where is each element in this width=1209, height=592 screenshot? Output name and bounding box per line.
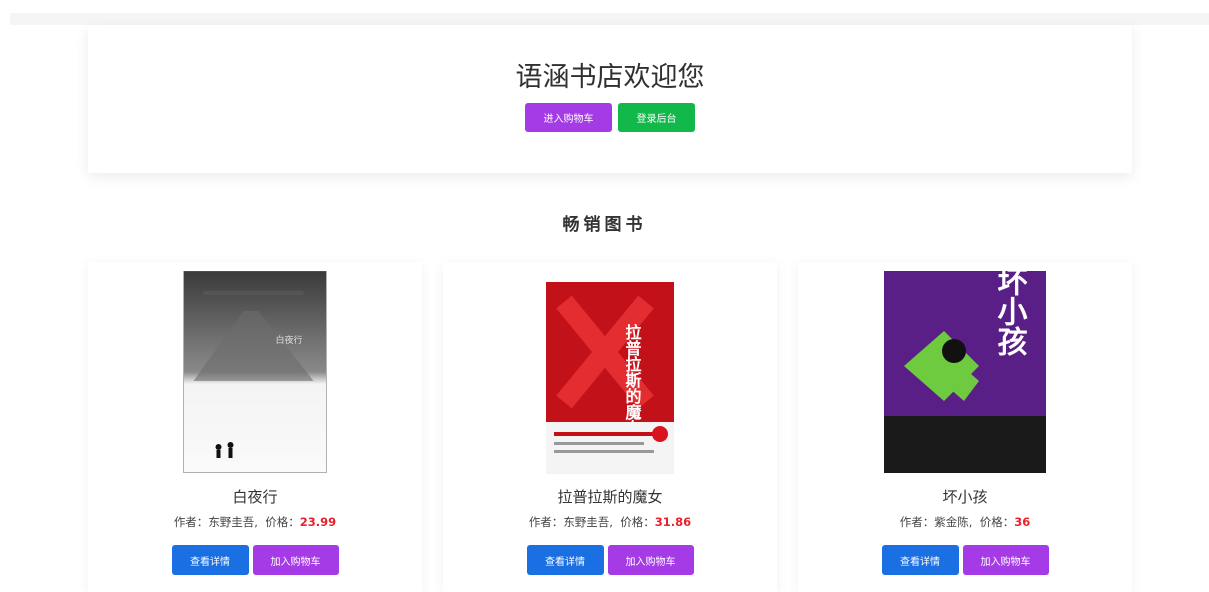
book-price: 23.99 — [299, 515, 337, 529]
add-to-cart-button[interactable]: 加入购物车 — [962, 545, 1049, 575]
price-label: 价格： — [620, 515, 655, 529]
author-label: 作者： — [899, 515, 935, 529]
store-title: 语涵书店欢迎您 — [515, 62, 705, 93]
top-bar — [10, 13, 1209, 25]
book-actions: 查看详情 加入购物车 — [798, 545, 1132, 575]
bestseller-heading: 畅销图书 — [562, 215, 647, 235]
book-card: 拉普拉斯的魔女 拉普拉斯的魔女 作者：东野圭吾, 价格：31.86 查看详情 加… — [443, 262, 777, 592]
price-label: 价格： — [265, 515, 300, 529]
welcome-banner: 语涵书店欢迎您 进入购物车 登录后台 — [88, 25, 1132, 173]
book-meta: 作者：紫金陈, 价格：36 — [798, 514, 1132, 530]
author-name: 紫金陈, — [934, 515, 973, 529]
author-name: 东野圭吾, — [563, 515, 613, 529]
book-card: 白夜行 白夜行 作者：东野圭吾, 价格：23.99 查看详情 加入购物车 — [88, 262, 422, 592]
admin-login-button[interactable]: 登录后台 — [618, 103, 695, 132]
enter-cart-button[interactable]: 进入购物车 — [525, 103, 612, 132]
book-meta: 作者：东野圭吾, 价格：23.99 — [88, 514, 422, 530]
banner-actions: 进入购物车 登录后台 — [88, 103, 1132, 132]
add-to-cart-button[interactable]: 加入购物车 — [252, 545, 339, 575]
book-actions: 查看详情 加入购物车 — [88, 545, 422, 575]
book-price: 36 — [1014, 515, 1031, 529]
view-details-button[interactable]: 查看详情 — [171, 545, 249, 575]
book-meta: 作者：东野圭吾, 价格：31.86 — [443, 514, 777, 530]
author-label: 作者： — [173, 515, 209, 529]
book-cover[interactable]: 白夜行 — [183, 271, 327, 473]
book-cover[interactable]: 坏小孩 — [884, 271, 1046, 473]
svg-text:坏小孩: 坏小孩 — [992, 271, 1028, 356]
book-title: 白夜行 — [232, 488, 278, 506]
book-card: 坏小孩 坏小孩 作者：紫金陈, 价格：36 查看详情 加入购物车 — [798, 262, 1132, 592]
svg-text:拉普拉斯的魔女: 拉普拉斯的魔女 — [623, 323, 642, 437]
book-title: 坏小孩 — [942, 488, 988, 506]
book-price: 31.86 — [654, 515, 692, 529]
author-label: 作者： — [528, 515, 564, 529]
book-cover[interactable]: 拉普拉斯的魔女 — [546, 282, 674, 474]
svg-text:白夜行: 白夜行 — [276, 334, 303, 346]
view-details-button[interactable]: 查看详情 — [526, 545, 604, 575]
book-title: 拉普拉斯的魔女 — [557, 488, 663, 506]
price-label: 价格： — [979, 515, 1015, 529]
view-details-button[interactable]: 查看详情 — [881, 545, 959, 575]
book-actions: 查看详情 加入购物车 — [443, 545, 777, 575]
add-to-cart-button[interactable]: 加入购物车 — [607, 545, 694, 575]
author-name: 东野圭吾, — [208, 515, 258, 529]
